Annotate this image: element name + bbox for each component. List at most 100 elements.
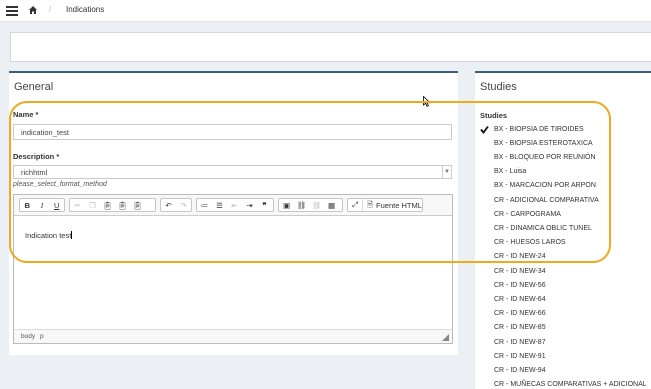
study-list-item[interactable]: BX - BLOQUEO POR REUNIÓN — [480, 151, 596, 163]
studies-panel-title: Studies — [480, 81, 517, 93]
rich-text-editor: B I U ✂ ❐ 📋︎ 📋︎ 📋︎ ↶ ↷ ≔ ☰ ⇤ ⇥ ❞ ▣ ⛓ ⛓ ▦… — [13, 194, 453, 344]
study-list-item[interactable]: CR - ID NEW-91 — [480, 350, 546, 362]
study-label: CR - ID NEW-85 — [494, 324, 546, 332]
study-list-item[interactable]: CR - ID NEW-24 — [480, 251, 546, 263]
study-label: CR - ID NEW-91 — [494, 352, 546, 360]
study-label: BX - Luisa — [494, 168, 527, 176]
source-html-button[interactable]: 🗎︎ Fuente HTML — [362, 199, 422, 211]
study-label: CR - DINAMICA OBLIC TUNEL — [494, 224, 592, 232]
study-label: CR - ID NEW-94 — [494, 366, 546, 374]
study-list-item[interactable]: CR - ID NEW-66 — [480, 308, 546, 320]
study-list-item[interactable]: BX - Luisa — [480, 166, 526, 178]
cut-icon[interactable]: ✂ — [70, 199, 85, 211]
study-list-item[interactable]: CR - ID NEW-56 — [480, 279, 546, 291]
paste-text-icon[interactable]: 📋︎ — [115, 199, 130, 211]
study-list-item[interactable]: CR - ID NEW-94 — [480, 364, 546, 376]
chevron-down-icon: ▼ — [442, 166, 451, 178]
underline-icon[interactable]: U — [49, 199, 64, 211]
source-file-icon: 🗎︎ — [367, 199, 374, 209]
checkbox-icon[interactable] — [480, 366, 489, 375]
study-label: CR - ID NEW-64 — [494, 295, 546, 303]
history-button-group: ↶ ↷ — [160, 198, 192, 212]
table-icon[interactable]: ▦ — [324, 199, 339, 211]
checkbox-icon[interactable] — [480, 267, 489, 276]
study-list-item[interactable]: CR - HUESOS LAROS — [480, 237, 566, 249]
undo-icon[interactable]: ↶ — [161, 199, 176, 211]
checkbox-icon[interactable] — [480, 238, 489, 247]
numbered-list-icon[interactable]: ≔ — [197, 199, 212, 211]
checkbox-icon[interactable] — [480, 323, 489, 332]
bold-icon[interactable]: B — [20, 199, 35, 211]
checkbox-icon[interactable] — [480, 352, 489, 361]
study-list-item[interactable]: BX - MARCACION POR ARPON — [480, 180, 596, 192]
checkbox-icon[interactable] — [480, 380, 489, 389]
checkbox-icon[interactable] — [480, 252, 489, 261]
top-navbar: / Indications — [0, 0, 651, 22]
study-label: CR - ID NEW-66 — [494, 310, 546, 318]
format-select[interactable]: richhtml ▼ — [13, 165, 452, 179]
copy-icon[interactable]: ❐ — [85, 199, 100, 211]
checkbox-checked-icon[interactable] — [480, 125, 489, 134]
editor-status-bar: body p — [14, 329, 452, 343]
outdent-icon[interactable]: ⇤ — [227, 199, 242, 211]
study-label: CR - CARPOGRAMA — [494, 210, 561, 218]
status-path-body[interactable]: body — [21, 333, 35, 340]
checkbox-icon[interactable] — [480, 196, 489, 205]
bulleted-list-icon[interactable]: ☰ — [212, 199, 227, 211]
checkbox-icon[interactable] — [480, 295, 489, 304]
action-bar — [10, 32, 651, 62]
study-list-item[interactable]: CR - DINAMICA OBLIC TUNEL — [480, 222, 592, 234]
name-input[interactable]: indication_test — [13, 124, 452, 140]
study-label: BX - BIOPSIA ESTEROTAXICA — [494, 139, 593, 147]
study-label: CR - ID NEW-87 — [494, 338, 546, 346]
source-html-label: Fuente HTML — [376, 200, 422, 210]
description-label: Description * — [13, 152, 60, 161]
study-label: CR - ID NEW-24 — [494, 253, 546, 261]
menu-toggle-icon[interactable] — [6, 6, 18, 16]
format-hint: please_select_format_method — [13, 181, 107, 188]
maximize-icon[interactable]: ⤢ — [348, 199, 362, 211]
image-icon[interactable]: ▣ — [279, 199, 294, 211]
study-list-item[interactable]: CR - ADICIONAL COMPARATIVA — [480, 194, 599, 206]
checkbox-icon[interactable] — [480, 224, 489, 233]
redo-icon[interactable]: ↷ — [176, 199, 191, 211]
checkbox-icon[interactable] — [480, 210, 489, 219]
checkbox-icon[interactable] — [480, 167, 489, 176]
checkbox-icon[interactable] — [480, 338, 489, 347]
blockquote-icon[interactable]: ❞ — [257, 199, 272, 211]
study-label: CR - ID NEW-34 — [494, 267, 546, 275]
checkbox-icon[interactable] — [480, 281, 489, 290]
studies-panel: Studies Studies BX - BIOPSIA DE TIROIDES… — [475, 71, 651, 389]
name-input-value: indication_test — [21, 127, 69, 137]
study-list-item[interactable]: BX - BIOPSIA DE TIROIDES — [480, 123, 584, 135]
study-list-item[interactable]: CR - ID NEW-34 — [480, 265, 546, 277]
italic-icon[interactable]: I — [35, 199, 50, 211]
study-label: BX - BLOQUEO POR REUNIÓN — [494, 153, 596, 161]
paste-icon[interactable]: 📋︎ — [100, 199, 115, 211]
home-icon[interactable] — [28, 5, 38, 15]
unlink-icon[interactable]: ⛓ — [309, 199, 324, 211]
study-list-item[interactable]: CR - ID NEW-85 — [480, 322, 546, 334]
text-caret — [71, 231, 73, 239]
checkbox-icon[interactable] — [480, 181, 489, 190]
paste-word-icon[interactable]: 📋︎ — [130, 199, 145, 211]
breadcrumb-current: Indications — [66, 5, 105, 14]
link-icon[interactable]: ⛓ — [294, 199, 309, 211]
checkbox-icon[interactable] — [480, 139, 489, 148]
resize-handle-icon[interactable] — [442, 334, 449, 341]
study-list-item[interactable]: CR - CARPOGRAMA — [480, 208, 561, 220]
insert-button-group: ▣ ⛓ ⛓ ▦ — [278, 198, 343, 212]
study-label: CR - MUÑECAS COMPARATIVAS + ADICIONAL — [494, 381, 647, 389]
checkbox-icon[interactable] — [480, 309, 489, 318]
editor-content-area[interactable]: Indication test — [25, 231, 73, 240]
name-label: Name * — [13, 110, 39, 119]
checkbox-icon[interactable] — [480, 153, 489, 162]
study-list-item[interactable]: CR - ID NEW-87 — [480, 336, 546, 348]
status-path-p[interactable]: p — [40, 333, 44, 340]
study-list-item[interactable]: BX - BIOPSIA ESTEROTAXICA — [480, 137, 593, 149]
study-list-item[interactable]: CR - ID NEW-64 — [480, 293, 546, 305]
study-list-item[interactable]: CR - MUÑECAS COMPARATIVAS + ADICIONAL — [480, 379, 647, 389]
indent-icon[interactable]: ⇥ — [242, 199, 257, 211]
list-button-group: ≔ ☰ ⇤ ⇥ ❞ — [196, 198, 274, 212]
mouse-cursor-icon — [423, 96, 431, 107]
